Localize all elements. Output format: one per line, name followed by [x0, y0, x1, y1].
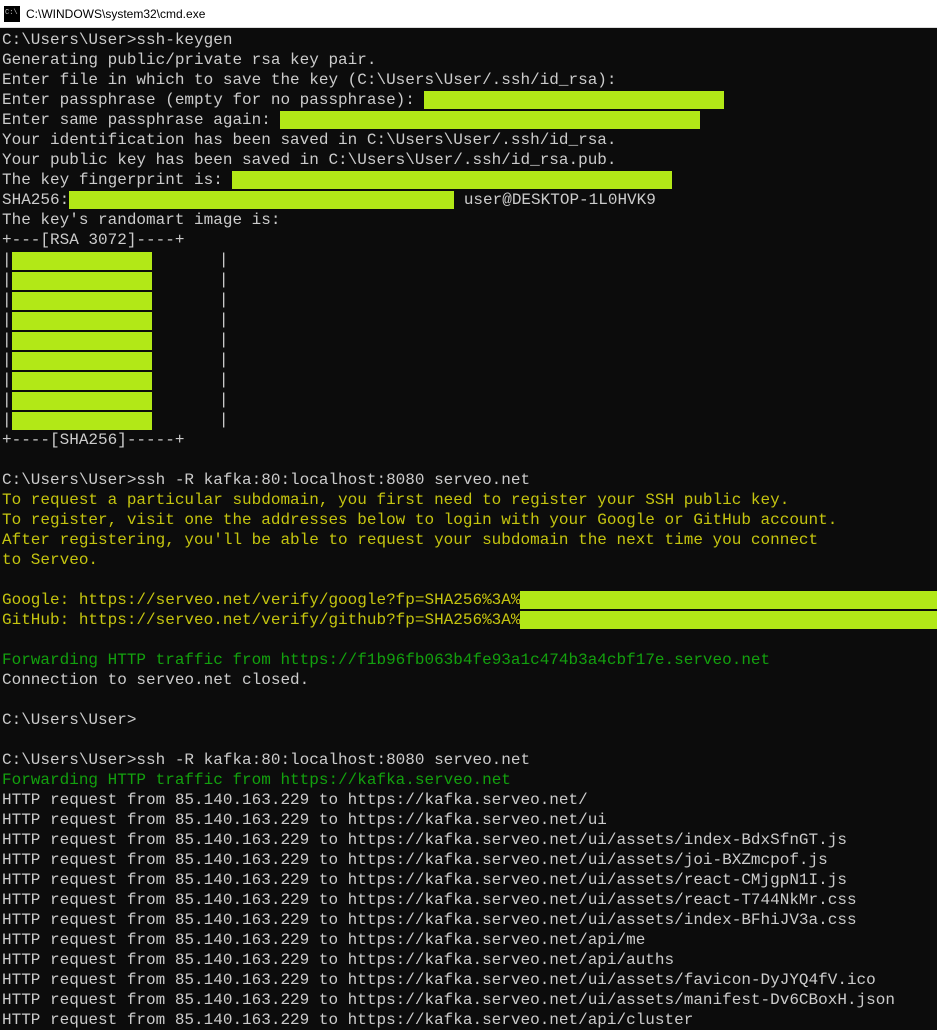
http-request-line: HTTP request from 85.140.163.229 to http… — [2, 1011, 693, 1029]
redacted-block — [280, 111, 700, 129]
output-line: Enter file in which to save the key (C:\… — [2, 71, 617, 89]
titlebar[interactable]: C:\WINDOWS\system32\cmd.exe — [0, 0, 937, 28]
prompt-line: C:\Users\User>ssh-keygen — [2, 31, 232, 49]
prompt-line: C:\Users\User> — [2, 711, 136, 729]
redacted-block — [424, 91, 724, 109]
http-request-line: HTTP request from 85.140.163.229 to http… — [2, 831, 847, 849]
verify-google: Google: https://serveo.net/verify/google… — [2, 591, 520, 609]
randomart-row: | | — [2, 271, 228, 289]
randomart-top: +---[RSA 3072]----+ — [2, 231, 184, 249]
http-request-line: HTTP request from 85.140.163.229 to http… — [2, 931, 645, 949]
verify-github: GitHub: https://serveo.net/verify/github… — [2, 611, 520, 629]
window-title: C:\WINDOWS\system32\cmd.exe — [26, 7, 205, 21]
http-request-line: HTTP request from 85.140.163.229 to http… — [2, 991, 895, 1009]
output-line: The key's randomart image is: — [2, 211, 280, 229]
output-line: The key fingerprint is: — [2, 171, 232, 189]
http-request-line: HTTP request from 85.140.163.229 to http… — [2, 951, 674, 969]
redacted-block — [520, 611, 937, 629]
terminal-output[interactable]: C:\Users\User>ssh-keygen Generating publ… — [0, 28, 937, 1030]
randomart-row: | | — [2, 331, 228, 349]
cmd-window: C:\WINDOWS\system32\cmd.exe C:\Users\Use… — [0, 0, 937, 1030]
forwarding-line: Forwarding HTTP traffic from https://kaf… — [2, 771, 511, 789]
randomart-row: | | — [2, 391, 228, 409]
output-line: SHA256: — [2, 191, 69, 209]
http-request-line: HTTP request from 85.140.163.229 to http… — [2, 871, 847, 889]
randomart-row: | | — [2, 251, 228, 269]
cmd-icon — [4, 6, 20, 22]
http-request-line: HTTP request from 85.140.163.229 to http… — [2, 791, 588, 809]
serveo-msg: To register, visit one the addresses bel… — [2, 511, 837, 529]
randomart-row: | | — [2, 411, 228, 429]
serveo-msg: To request a particular subdomain, you f… — [2, 491, 789, 509]
prompt-line: C:\Users\User>ssh -R kafka:80:localhost:… — [2, 471, 530, 489]
randomart-row: | | — [2, 291, 228, 309]
redacted-block — [520, 591, 937, 609]
serveo-msg: to Serveo. — [2, 551, 98, 569]
randomart-row: | | — [2, 371, 228, 389]
http-request-line: HTTP request from 85.140.163.229 to http… — [2, 971, 876, 989]
http-request-line: HTTP request from 85.140.163.229 to http… — [2, 911, 857, 929]
http-request-line: HTTP request from 85.140.163.229 to http… — [2, 811, 607, 829]
output-line: Enter same passphrase again: — [2, 111, 280, 129]
redacted-block — [69, 191, 454, 209]
output-line: Your identification has been saved in C:… — [2, 131, 617, 149]
http-request-line: HTTP request from 85.140.163.229 to http… — [2, 891, 857, 909]
output-line: Enter passphrase (empty for no passphras… — [2, 91, 424, 109]
output-line: Your public key has been saved in C:\Use… — [2, 151, 617, 169]
randomart-row: | | — [2, 311, 228, 329]
prompt-line: C:\Users\User>ssh -R kafka:80:localhost:… — [2, 751, 530, 769]
randomart-bot: +----[SHA256]-----+ — [2, 431, 184, 449]
output-line: Generating public/private rsa key pair. — [2, 51, 376, 69]
redacted-block — [232, 171, 672, 189]
output-line: Connection to serveo.net closed. — [2, 671, 309, 689]
output-line: user@DESKTOP-1L0HVK9 — [454, 191, 656, 209]
randomart-row: | | — [2, 351, 228, 369]
http-request-line: HTTP request from 85.140.163.229 to http… — [2, 851, 828, 869]
forwarding-line: Forwarding HTTP traffic from https://f1b… — [2, 651, 770, 669]
serveo-msg: After registering, you'll be able to req… — [2, 531, 818, 549]
